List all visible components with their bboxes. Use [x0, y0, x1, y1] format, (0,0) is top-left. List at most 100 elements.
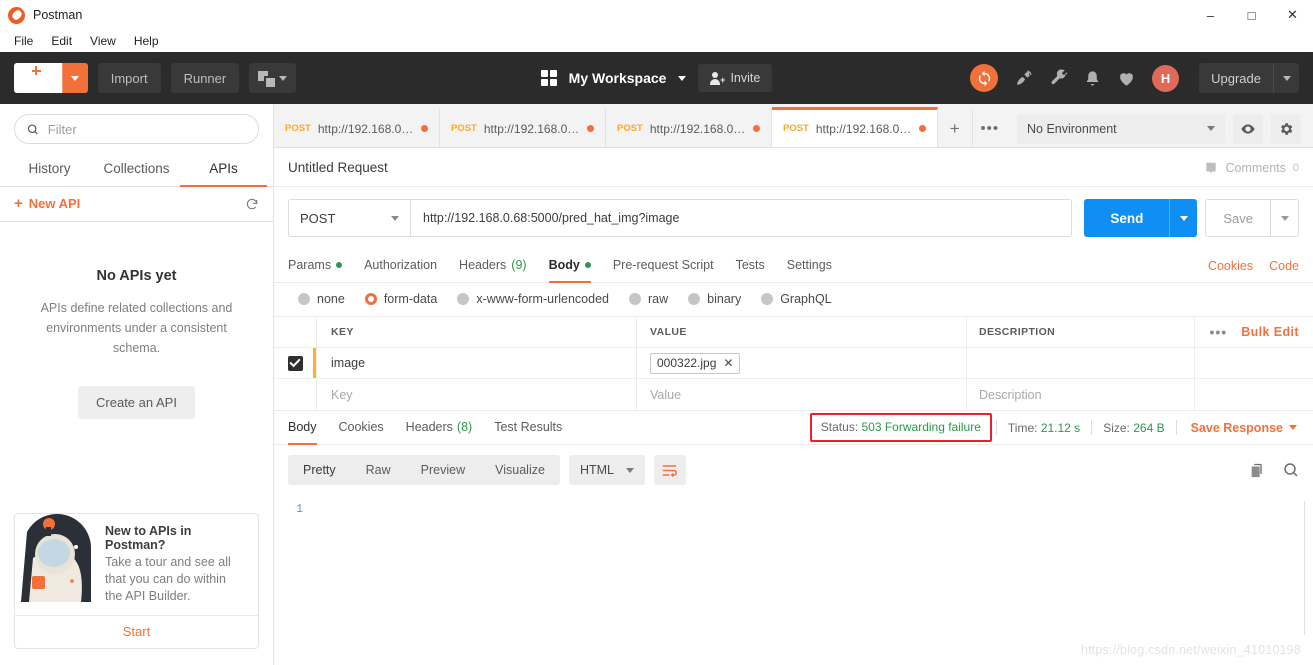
cookies-link[interactable]: Cookies	[1208, 259, 1253, 273]
minimize-icon[interactable]: –	[1190, 0, 1231, 30]
bulk-edit-link[interactable]: Bulk Edit	[1241, 325, 1299, 339]
sidebar-tab-apis[interactable]: APIs	[180, 153, 267, 187]
response-body-viewer[interactable]: 1 https://blog.csdn.net/weixin_41010198	[274, 495, 1313, 665]
body-type-form-data[interactable]: form-data	[364, 292, 437, 306]
tab-authorization[interactable]: Authorization	[364, 249, 437, 283]
menu-edit[interactable]: Edit	[43, 31, 80, 51]
response-format-select[interactable]: HTML	[568, 455, 645, 485]
save-dropdown-button[interactable]	[1270, 200, 1298, 236]
close-icon[interactable]: ✕	[1272, 0, 1313, 30]
response-tab-headers[interactable]: Headers (8)	[406, 411, 473, 445]
tab-tests[interactable]: Tests	[736, 249, 765, 283]
row-checkbox[interactable]	[287, 355, 303, 371]
row-description-cell[interactable]	[967, 348, 1195, 378]
code-link[interactable]: Code	[1269, 259, 1299, 273]
environment-quick-look-button[interactable]	[1233, 113, 1263, 144]
menu-file[interactable]: File	[6, 31, 41, 51]
url-input[interactable]	[410, 199, 1073, 237]
import-button[interactable]: Import	[97, 63, 161, 93]
bell-icon[interactable]	[1084, 69, 1101, 88]
response-tab-test-results[interactable]: Test Results	[494, 411, 562, 445]
body-type-none[interactable]: none	[298, 292, 345, 306]
file-chip[interactable]: 000322.jpg ✕	[650, 352, 741, 374]
filter-input[interactable]	[47, 121, 246, 137]
tab-headers[interactable]: Headers (9)	[459, 249, 527, 283]
request-tab-4[interactable]: POST http://192.168.0.6...	[772, 107, 938, 147]
new-api-button[interactable]: + New API	[14, 196, 80, 211]
menu-view[interactable]: View	[82, 31, 124, 51]
response-body-content[interactable]	[312, 495, 1313, 665]
refresh-icon[interactable]	[245, 197, 259, 211]
send-button[interactable]: Send	[1084, 199, 1170, 237]
heart-icon[interactable]	[1117, 69, 1136, 88]
copy-icon[interactable]	[1249, 462, 1265, 479]
tab-prerequest-script[interactable]: Pre-request Script	[613, 249, 714, 283]
row-checkbox-cell[interactable]	[274, 348, 317, 378]
placeholder-key-cell[interactable]: Key	[317, 379, 637, 410]
wrench-icon[interactable]	[1049, 68, 1068, 88]
upgrade-button[interactable]: Upgrade	[1199, 63, 1299, 93]
form-data-table: KEY VALUE DESCRIPTION ••• Bulk Edit imag…	[274, 316, 1313, 411]
sync-icon[interactable]	[970, 64, 999, 92]
menu-help[interactable]: Help	[126, 31, 167, 51]
workspace-name[interactable]: My Workspace	[569, 70, 667, 86]
request-title[interactable]: Untitled Request	[288, 160, 388, 175]
upgrade-dropdown-button[interactable]	[1273, 63, 1299, 93]
sidebar-tab-collections[interactable]: Collections	[93, 153, 180, 187]
tab-params[interactable]: Params	[288, 249, 343, 283]
filter-box[interactable]	[14, 114, 259, 144]
environment-select[interactable]: No Environment	[1017, 113, 1225, 144]
body-type-raw[interactable]: raw	[629, 292, 668, 306]
save-button[interactable]: Save	[1206, 200, 1270, 236]
request-tab-2[interactable]: POST http://192.168.0.1...	[440, 107, 606, 147]
new-button-main[interactable]: New	[14, 63, 62, 93]
sidebar-tab-history[interactable]: History	[6, 153, 93, 187]
placeholder-description-cell[interactable]: Description	[967, 379, 1195, 410]
new-api-row: + New API	[0, 187, 273, 222]
body-type-urlencoded[interactable]: x-www-form-urlencoded	[457, 292, 609, 306]
avatar[interactable]: H	[1152, 64, 1180, 92]
body-type-binary[interactable]: binary	[688, 292, 741, 306]
search-icon[interactable]	[1283, 462, 1299, 478]
view-pretty[interactable]: Pretty	[288, 455, 351, 485]
main-panel: POST http://192.168.0.1... POST http://1…	[274, 104, 1313, 665]
body-type-graphql[interactable]: GraphQL	[761, 292, 832, 306]
new-button[interactable]: New	[14, 63, 88, 93]
promo-start-link[interactable]: Start	[15, 615, 258, 648]
request-tab-3[interactable]: POST http://192.168.0.6...	[606, 107, 772, 147]
wrap-lines-button[interactable]	[653, 455, 686, 485]
new-tab-button[interactable]: +	[938, 110, 973, 147]
maximize-icon[interactable]: □	[1231, 0, 1272, 30]
chevron-down-icon[interactable]	[678, 75, 687, 81]
satellite-icon[interactable]	[1014, 69, 1033, 88]
tab-body[interactable]: Body	[548, 249, 591, 283]
create-api-button[interactable]: Create an API	[78, 386, 195, 419]
table-options-icon[interactable]: •••	[1210, 324, 1228, 340]
tab-options-button[interactable]: •••	[973, 110, 1007, 147]
method-select[interactable]: POST	[288, 199, 410, 237]
new-window-button[interactable]	[249, 63, 297, 93]
response-tab-cookies[interactable]: Cookies	[339, 411, 384, 445]
tab-settings[interactable]: Settings	[787, 249, 832, 283]
row-key-cell[interactable]: image	[317, 348, 637, 378]
comments-button[interactable]: Comments 0	[1204, 161, 1299, 175]
request-tab-1[interactable]: POST http://192.168.0.1...	[274, 107, 440, 147]
view-visualize[interactable]: Visualize	[480, 455, 560, 485]
close-icon[interactable]: ✕	[723, 356, 733, 370]
view-raw[interactable]: Raw	[351, 455, 406, 485]
placeholder-value-cell[interactable]: Value	[637, 379, 967, 410]
table-row[interactable]: image 000322.jpg ✕	[274, 348, 1313, 379]
response-tab-body[interactable]: Body	[288, 411, 317, 445]
unsaved-dot-icon	[919, 125, 926, 132]
save-response-button[interactable]: Save Response	[1177, 421, 1299, 435]
row-value-cell[interactable]: 000322.jpg ✕	[637, 348, 967, 378]
invite-button[interactable]: + Invite	[698, 64, 773, 92]
save-button-group: Save	[1205, 199, 1299, 237]
table-placeholder-row[interactable]: Key Value Description	[274, 379, 1313, 410]
view-preview[interactable]: Preview	[406, 455, 480, 485]
settings-button[interactable]	[1271, 113, 1301, 144]
vertical-scrollbar[interactable]	[1300, 501, 1305, 635]
runner-button[interactable]: Runner	[170, 63, 240, 93]
new-dropdown-button[interactable]	[61, 63, 88, 93]
send-dropdown-button[interactable]	[1169, 199, 1198, 237]
